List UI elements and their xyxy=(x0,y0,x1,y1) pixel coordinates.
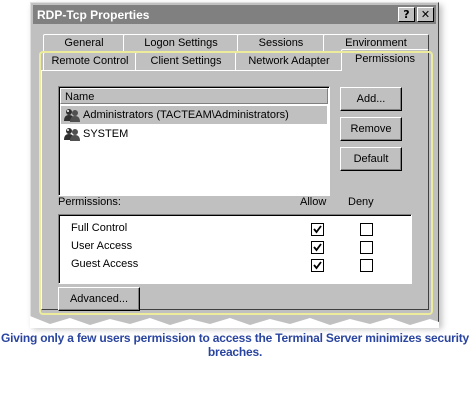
deny-checkbox[interactable] xyxy=(360,259,373,272)
remove-button[interactable]: Remove xyxy=(340,117,402,141)
permission-row: User Access xyxy=(61,238,409,256)
permission-row: Guest Access xyxy=(61,256,409,274)
deny-checkbox[interactable] xyxy=(360,241,373,254)
tab-general[interactable]: General xyxy=(43,34,125,52)
deny-checkbox[interactable] xyxy=(360,223,373,236)
add-button[interactable]: Add... xyxy=(340,87,402,111)
names-listbox[interactable]: Name Administrators (TACTEAM\Administrat… xyxy=(58,86,330,196)
name-column-header[interactable]: Name xyxy=(60,88,328,104)
list-item-label: Administrators (TACTEAM\Administrators) xyxy=(83,109,289,121)
permission-name: Full Control xyxy=(71,222,128,234)
tab-logon-settings[interactable]: Logon Settings xyxy=(123,34,239,52)
list-item[interactable]: SYSTEM xyxy=(61,125,327,143)
window-title: RDP-Tcp Properties xyxy=(37,7,150,22)
permission-row: Full Control xyxy=(61,220,409,238)
user-group-icon xyxy=(64,109,80,122)
tab-network-adapter[interactable]: Network Adapter xyxy=(235,52,343,70)
tab-remote-control[interactable]: Remote Control xyxy=(43,52,137,70)
allow-checkbox[interactable] xyxy=(311,259,324,272)
caption: Giving only a few users permission to ac… xyxy=(0,331,470,359)
help-button[interactable]: ? xyxy=(398,7,415,22)
permission-name: User Access xyxy=(71,240,133,252)
permissions-panel: Name Administrators (TACTEAM\Administrat… xyxy=(41,70,429,311)
allow-checkbox[interactable] xyxy=(311,223,324,236)
list-item[interactable]: Administrators (TACTEAM\Administrators) xyxy=(61,106,327,124)
check-icon xyxy=(313,243,322,252)
permissions-label: Permissions: xyxy=(58,196,121,208)
title-bar[interactable]: RDP-Tcp Properties ? ✕ xyxy=(33,5,436,24)
deny-column-header: Deny xyxy=(348,196,374,208)
check-icon xyxy=(313,261,322,270)
default-button[interactable]: Default xyxy=(340,147,402,171)
tab-permissions[interactable]: Permissions xyxy=(341,49,429,71)
allow-column-header: Allow xyxy=(300,196,327,208)
permissions-listbox: Full Control User Access Guest Access xyxy=(58,214,412,284)
list-item-label: SYSTEM xyxy=(83,128,129,140)
advanced-button[interactable]: Advanced... xyxy=(58,287,140,311)
tab-sessions[interactable]: Sessions xyxy=(237,34,325,52)
allow-checkbox[interactable] xyxy=(311,241,324,254)
torn-edge xyxy=(30,316,439,328)
close-button[interactable]: ✕ xyxy=(417,7,434,22)
properties-dialog: RDP-Tcp Properties ? ✕ General Logon Set… xyxy=(30,2,439,326)
check-icon xyxy=(313,225,322,234)
user-group-icon xyxy=(64,128,80,141)
permission-name: Guest Access xyxy=(71,258,139,270)
tab-client-settings[interactable]: Client Settings xyxy=(135,52,237,70)
